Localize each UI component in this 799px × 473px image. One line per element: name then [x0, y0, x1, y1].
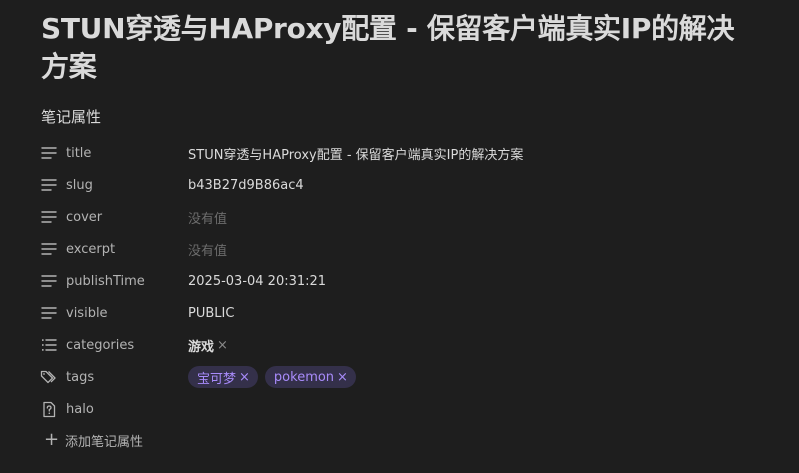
- text-lines-icon: [40, 144, 58, 162]
- property-key-publishtime[interactable]: publishTime: [40, 272, 188, 290]
- question-file-icon: [40, 400, 58, 418]
- property-name: cover: [66, 209, 103, 225]
- add-property-label: 添加笔记属性: [65, 434, 144, 450]
- property-row-excerpt: excerpt 没有值: [40, 233, 799, 265]
- property-name: title: [66, 145, 92, 161]
- plus-icon: +: [44, 429, 60, 450]
- property-row-title: title STUN穿透与HAProxy配置 - 保留客户端真实IP的解决方案: [40, 137, 799, 169]
- property-value-title[interactable]: STUN穿透与HAProxy配置 - 保留客户端真实IP的解决方案: [188, 144, 523, 163]
- property-row-categories: categories 游戏 ×: [40, 329, 799, 361]
- properties-list: title STUN穿透与HAProxy配置 - 保留客户端真实IP的解决方案 …: [40, 137, 799, 425]
- property-key-halo[interactable]: halo: [40, 400, 188, 418]
- tags-icon: [40, 368, 58, 386]
- property-key-cover[interactable]: cover: [40, 208, 188, 226]
- note-title[interactable]: STUN穿透与HAProxy配置 - 保留客户端真实IP的解决方案: [41, 10, 761, 86]
- text-lines-icon: [40, 208, 58, 226]
- property-row-slug: slug b43B27d9B86ac4: [40, 169, 799, 201]
- category-chip[interactable]: 游戏 ×: [188, 336, 228, 355]
- property-key-categories[interactable]: categories: [40, 336, 188, 354]
- property-name: categories: [66, 337, 135, 353]
- property-row-publishtime: publishTime 2025-03-04 20:31:21: [40, 265, 799, 297]
- remove-tag-button[interactable]: ×: [239, 370, 250, 385]
- property-key-slug[interactable]: slug: [40, 176, 188, 194]
- property-name: slug: [66, 177, 93, 193]
- property-name: halo: [66, 401, 94, 417]
- list-icon: [40, 336, 58, 354]
- category-label: 游戏: [188, 339, 215, 355]
- tag-label: 宝可梦: [197, 371, 237, 387]
- property-value-slug[interactable]: b43B27d9B86ac4: [188, 178, 304, 193]
- properties-heading: 笔记属性: [41, 108, 102, 126]
- property-value-cover[interactable]: 没有值: [188, 208, 227, 227]
- property-name: publishTime: [66, 273, 145, 289]
- property-key-visible[interactable]: visible: [40, 304, 188, 322]
- tag-label: pokemon: [273, 369, 335, 385]
- property-row-tags: tags 宝可梦 × pokemon ×: [40, 361, 799, 393]
- note-page: STUN穿透与HAProxy配置 - 保留客户端真实IP的解决方案 笔记属性 t…: [0, 0, 799, 473]
- tag-chip[interactable]: pokemon ×: [264, 366, 356, 388]
- property-key-tags[interactable]: tags: [40, 368, 188, 386]
- property-row-halo: halo: [40, 393, 799, 425]
- text-lines-icon: [40, 304, 58, 322]
- text-lines-icon: [40, 240, 58, 258]
- add-property-button[interactable]: + 添加笔记属性: [41, 429, 799, 451]
- text-lines-icon: [40, 272, 58, 290]
- property-name: excerpt: [66, 241, 116, 257]
- text-lines-icon: [40, 176, 58, 194]
- tag-chip[interactable]: 宝可梦 ×: [188, 366, 258, 388]
- property-key-excerpt[interactable]: excerpt: [40, 240, 188, 258]
- property-row-visible: visible PUBLIC: [40, 297, 799, 329]
- property-value-publishtime[interactable]: 2025-03-04 20:31:21: [188, 274, 326, 289]
- property-key-title[interactable]: title: [40, 144, 188, 162]
- property-name: visible: [66, 305, 108, 321]
- property-name: tags: [66, 369, 95, 385]
- property-value-visible[interactable]: PUBLIC: [188, 306, 234, 321]
- remove-tag-button[interactable]: ×: [337, 370, 348, 385]
- property-value-excerpt[interactable]: 没有值: [188, 240, 227, 259]
- property-row-cover: cover 没有值: [40, 201, 799, 233]
- remove-category-button[interactable]: ×: [217, 338, 228, 353]
